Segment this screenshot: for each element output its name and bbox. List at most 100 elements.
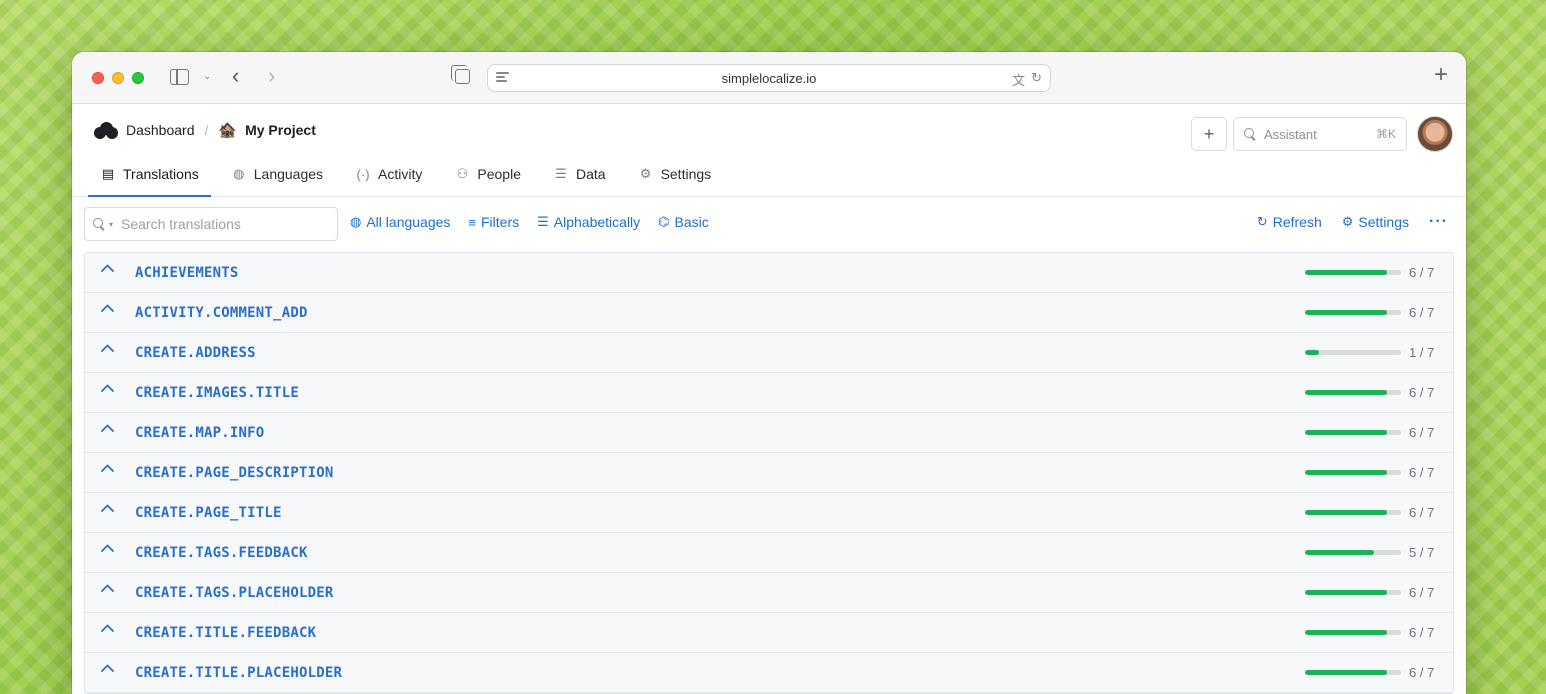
globe-icon: ◍ — [233, 166, 245, 181]
view-mode-label: Basic — [674, 214, 709, 230]
search-translations[interactable]: ▾ — [84, 207, 338, 241]
close-window-button[interactable] — [92, 72, 104, 84]
all-languages-label: All languages — [366, 214, 451, 230]
translation-progress-count: 6 / 7 — [1409, 465, 1435, 480]
reload-icon[interactable]: ↻ — [1031, 70, 1042, 89]
tab-overview-icon[interactable] — [451, 65, 470, 84]
translation-key-name[interactable]: CREATE.ADDRESS — [135, 345, 256, 361]
translation-progress-count: 6 / 7 — [1409, 585, 1435, 600]
chevron-up-icon[interactable] — [101, 464, 114, 472]
settings-button[interactable]: ⚙ Settings — [1342, 214, 1409, 230]
chevron-up-icon[interactable] — [101, 584, 114, 592]
chevron-down-icon[interactable]: ▾ — [109, 220, 113, 229]
window-controls — [92, 72, 144, 84]
translation-progress-bar — [1305, 470, 1401, 475]
view-mode-button[interactable]: ⌬ Basic — [658, 214, 709, 230]
search-translations-input[interactable] — [121, 216, 322, 232]
translation-progress-bar — [1305, 630, 1401, 635]
refresh-button[interactable]: ↻ Refresh — [1257, 214, 1322, 230]
tab-label: Settings — [660, 166, 712, 182]
sidebar-toggle-icon[interactable] — [170, 69, 189, 85]
translation-key-row[interactable]: CREATE.IMAGES.TITLE 6 / 7 — [85, 373, 1453, 413]
translation-key-name[interactable]: CREATE.PAGE_TITLE — [135, 505, 282, 521]
translation-progress-bar — [1305, 670, 1401, 675]
translation-key-name[interactable]: CREATE.MAP.INFO — [135, 425, 264, 441]
translation-progress-count: 6 / 7 — [1409, 265, 1435, 280]
tab-people[interactable]: ⚇ People — [438, 152, 537, 196]
back-arrow-icon[interactable]: ‹ — [232, 64, 239, 88]
translation-key-row[interactable]: CREATE.PAGE_TITLE 6 / 7 — [85, 493, 1453, 533]
progress-fill — [1305, 350, 1319, 355]
translation-progress-bar — [1305, 550, 1401, 555]
translation-key-row[interactable]: CREATE.TAGS.PLACEHOLDER 6 / 7 — [85, 573, 1453, 613]
chevron-up-icon[interactable] — [101, 664, 114, 672]
settings-label: Settings — [1358, 214, 1410, 230]
globe-icon: ◍ — [350, 214, 362, 229]
translation-key-row[interactable]: CREATE.TITLE.FEEDBACK 6 / 7 — [85, 613, 1453, 653]
breadcrumb-dashboard[interactable]: Dashboard — [126, 122, 195, 138]
add-button[interactable]: + — [1191, 117, 1227, 151]
translation-keys-list: ACHIEVEMENTS 6 / 7 ACTIVITY.COMMENT_ADD 6 /… — [84, 252, 1454, 694]
forward-arrow-icon[interactable]: › — [268, 64, 275, 88]
translate-icon[interactable]: 文 — [1012, 70, 1025, 89]
translation-key-row[interactable]: CREATE.TITLE.PLACEHOLDER 6 / 7 — [85, 653, 1453, 693]
sort-button[interactable]: ☰ Alphabetically — [537, 214, 640, 230]
cloud-logo-icon[interactable] — [94, 121, 118, 139]
progress-fill — [1305, 550, 1374, 555]
translation-key-name[interactable]: CREATE.PAGE_DESCRIPTION — [135, 465, 333, 481]
progress-fill — [1305, 470, 1388, 475]
chevron-up-icon[interactable] — [101, 624, 114, 632]
chevron-up-icon[interactable] — [101, 344, 114, 352]
zoom-window-button[interactable] — [132, 72, 144, 84]
browser-titlebar: ⌄ ‹ › simplelocalize.io 文 ↻ + — [72, 52, 1466, 104]
chevron-up-icon[interactable] — [101, 384, 114, 392]
translation-progress-count: 6 / 7 — [1409, 625, 1435, 640]
user-avatar[interactable] — [1417, 116, 1453, 152]
more-options-button[interactable]: ··· — [1429, 214, 1448, 230]
translation-key-name[interactable]: CREATE.TAGS.FEEDBACK — [135, 545, 308, 561]
translation-key-name[interactable]: CREATE.TITLE.FEEDBACK — [135, 625, 316, 641]
translation-key-row[interactable]: ACHIEVEMENTS 6 / 7 — [85, 253, 1453, 293]
tab-languages[interactable]: ◍ Languages — [215, 152, 339, 196]
breadcrumb-project[interactable]: My Project — [245, 122, 316, 138]
translation-key-row[interactable]: CREATE.MAP.INFO 6 / 7 — [85, 413, 1453, 453]
url-text: simplelocalize.io — [721, 70, 817, 86]
tab-settings[interactable]: ⚙ Settings — [622, 152, 728, 196]
page-menu-icon[interactable] — [496, 72, 509, 84]
chevron-up-icon[interactable] — [101, 544, 114, 552]
translation-progress-bar — [1305, 430, 1401, 435]
translation-key-row[interactable]: CREATE.ADDRESS 1 / 7 — [85, 333, 1453, 373]
chevron-up-icon[interactable] — [101, 264, 114, 272]
translation-progress-count: 6 / 7 — [1409, 505, 1435, 520]
progress-fill — [1305, 510, 1388, 515]
main-tabs: ▤ Translations ◍ Languages (·) Activity … — [84, 152, 728, 197]
shapes-icon: ⌬ — [658, 214, 670, 229]
project-emoji-icon: 🏚️ — [218, 122, 238, 139]
progress-fill — [1305, 270, 1388, 275]
chevron-up-icon[interactable] — [101, 424, 114, 432]
translation-key-name[interactable]: CREATE.TAGS.PLACEHOLDER — [135, 585, 333, 601]
tab-data[interactable]: ☰ Data — [537, 152, 622, 196]
chevron-up-icon[interactable] — [101, 504, 114, 512]
tab-translations[interactable]: ▤ Translations — [84, 152, 215, 197]
chevron-down-icon[interactable]: ⌄ — [203, 71, 211, 82]
breadcrumb-separator: / — [204, 122, 209, 138]
tab-activity[interactable]: (·) Activity — [339, 152, 438, 196]
translation-key-name[interactable]: CREATE.TITLE.PLACEHOLDER — [135, 665, 342, 681]
chevron-up-icon[interactable] — [101, 304, 114, 312]
address-bar[interactable]: simplelocalize.io 文 ↻ — [487, 64, 1051, 92]
translation-key-row[interactable]: CREATE.TAGS.FEEDBACK 5 / 7 — [85, 533, 1453, 573]
translation-key-name[interactable]: ACHIEVEMENTS — [135, 265, 239, 281]
translation-key-row[interactable]: CREATE.PAGE_DESCRIPTION 6 / 7 — [85, 453, 1453, 493]
translation-key-name[interactable]: CREATE.IMAGES.TITLE — [135, 385, 299, 401]
filters-label: Filters — [481, 214, 520, 230]
tab-label: Data — [575, 166, 606, 182]
all-languages-button[interactable]: ◍ All languages — [350, 214, 450, 230]
assistant-search[interactable]: Assistant ⌘K — [1233, 117, 1407, 151]
new-tab-button[interactable]: + — [1434, 63, 1448, 87]
minimize-window-button[interactable] — [112, 72, 124, 84]
translation-key-row[interactable]: ACTIVITY.COMMENT_ADD 6 / 7 — [85, 293, 1453, 333]
translation-key-name[interactable]: ACTIVITY.COMMENT_ADD — [135, 305, 308, 321]
translation-progress-bar — [1305, 350, 1401, 355]
filters-button[interactable]: ≡ Filters — [468, 214, 519, 230]
